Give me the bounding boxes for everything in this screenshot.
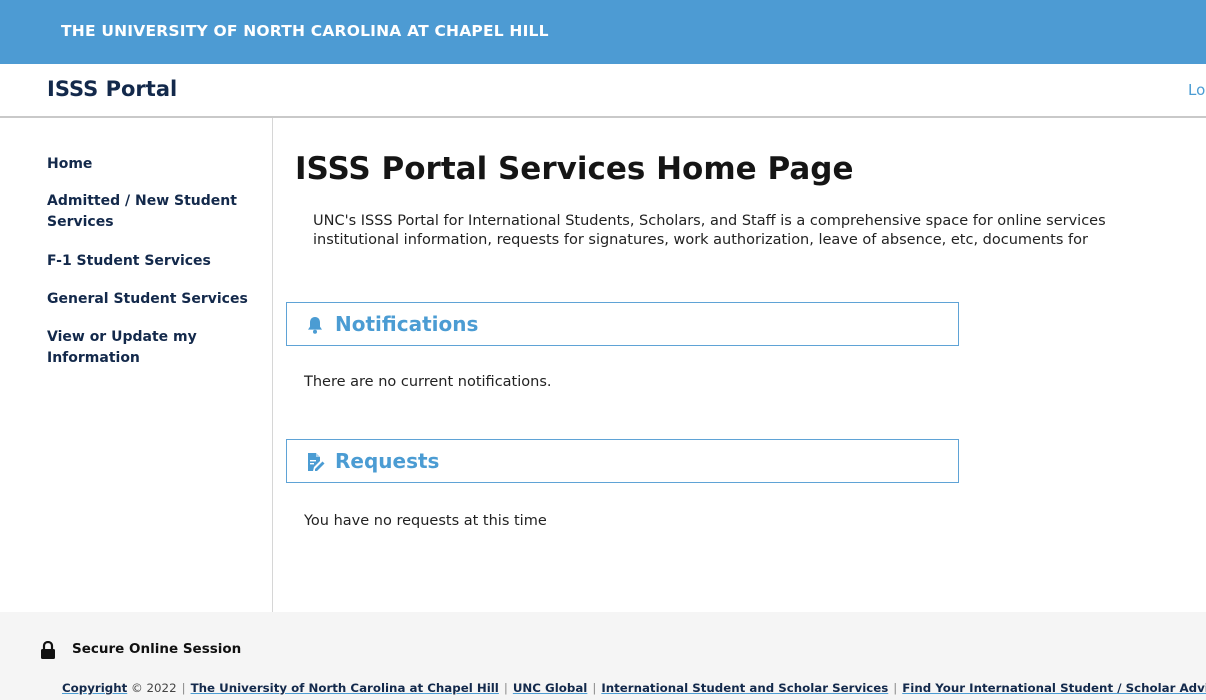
footer-link-find-advisor[interactable]: Find Your International Student / Schola… [902, 681, 1206, 695]
main-content: ISSS Portal Services Home Page UNC's ISS… [273, 118, 1206, 612]
logout-link[interactable]: Lo [1188, 81, 1205, 99]
university-name[interactable]: THE UNIVERSITY OF NORTH CAROLINA AT CHAP… [61, 22, 549, 40]
copyright-link[interactable]: Copyright [62, 681, 127, 695]
sidebar-item-f1-student-services[interactable]: F-1 Student Services [47, 251, 262, 272]
intro-text: UNC's ISSS Portal for International Stud… [313, 212, 1206, 250]
sidebar-item-view-update-information[interactable]: View or Update my Information [47, 327, 262, 369]
intro-line-1: UNC's ISSS Portal for International Stud… [313, 213, 1106, 229]
bell-icon [308, 317, 322, 334]
lock-icon [41, 641, 55, 659]
notifications-empty-text: There are no current notifications. [304, 374, 552, 390]
footer-link-isss[interactable]: International Student and Scholar Servic… [601, 681, 888, 695]
page-title: ISSS Portal Services Home Page [295, 151, 854, 187]
intro-line-2: institutional information, requests for … [313, 232, 1088, 248]
footer-links: Copyright © 2022 | The University of North… [62, 681, 1206, 695]
footer-link-unc-global[interactable]: UNC Global [513, 681, 588, 695]
notifications-header: Notifications [286, 302, 959, 346]
copyright-year: © 2022 [131, 681, 177, 695]
separator: | [503, 681, 508, 695]
sidebar-nav: Home Admitted / New Student Services F-1… [0, 118, 273, 612]
requests-heading: Requests [335, 449, 440, 473]
secure-session-label: Secure Online Session [72, 641, 242, 657]
footer-link-unc-chapel-hill[interactable]: The University of North Carolina at Chap… [191, 681, 499, 695]
requests-header: Requests [286, 439, 959, 483]
sidebar-item-general-student-services[interactable]: General Student Services [47, 289, 262, 310]
portal-header: ISSS Portal Lo [0, 64, 1206, 118]
notifications-heading: Notifications [335, 312, 479, 336]
separator: | [592, 681, 597, 695]
sidebar-item-home[interactable]: Home [47, 154, 262, 175]
document-edit-icon [308, 453, 325, 471]
university-banner: THE UNIVERSITY OF NORTH CAROLINA AT CHAP… [0, 0, 1206, 64]
sidebar-item-admitted-new-student-services[interactable]: Admitted / New Student Services [47, 191, 262, 233]
requests-empty-text: You have no requests at this time [304, 513, 547, 529]
portal-title[interactable]: ISSS Portal [47, 77, 177, 101]
separator: | [181, 681, 186, 695]
separator: | [893, 681, 898, 695]
footer: Secure Online Session Copyright © 2022 | T… [0, 612, 1206, 700]
